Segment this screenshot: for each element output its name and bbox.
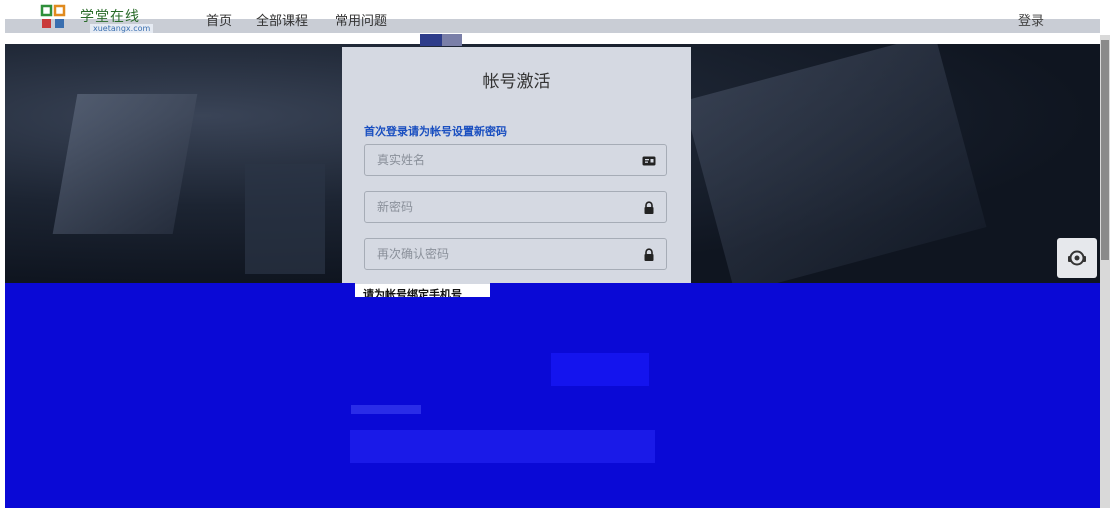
new-password-field[interactable] [364,191,667,223]
headset-icon [1068,250,1086,266]
real-name-input[interactable] [365,145,659,175]
obscured-link[interactable] [351,405,421,414]
card-title: 帐号激活 [482,72,551,92]
logo-domain: xuetangx.com [90,24,154,33]
lock-icon [644,248,654,261]
activation-card: 帐号激活 首次登录请为帐号设置新密码 [342,47,691,284]
background-shape [52,94,198,234]
nav-item-faq[interactable]: 常用问题 [335,10,387,29]
render-artifact [442,34,462,46]
new-password-input[interactable] [365,192,659,222]
obscured-button[interactable] [551,353,649,386]
obscured-submit-bar[interactable] [350,430,655,463]
background-shape [245,164,325,274]
background-shape [683,44,987,284]
top-navigation-bar: 学堂在线 xuetangx.com 首页 全部课程 常用问题 登录 [0,0,1110,35]
confirm-password-field[interactable] [364,238,667,270]
scrollbar[interactable] [1100,35,1110,508]
scrollbar-thumb[interactable] [1101,40,1109,260]
id-card-icon [642,156,656,166]
real-name-field[interactable] [364,144,667,176]
set-password-hint: 首次登录请为帐号设置新密码 [364,125,507,138]
login-link[interactable]: 登录 [1018,10,1044,29]
support-button[interactable] [1057,238,1097,278]
site-logo[interactable]: 学堂在线 xuetangx.com [40,4,200,34]
logo-text: 学堂在线 [80,9,140,25]
obscured-form-region [5,297,1100,508]
render-artifact [5,283,355,298]
nav-item-all-courses[interactable]: 全部课程 [256,10,308,29]
logo-mark-icon [40,4,66,28]
render-artifact [490,283,1100,298]
confirm-password-input[interactable] [365,239,659,269]
render-artifact [420,34,442,46]
lock-icon [644,201,654,214]
nav-item-home[interactable]: 首页 [206,10,232,29]
